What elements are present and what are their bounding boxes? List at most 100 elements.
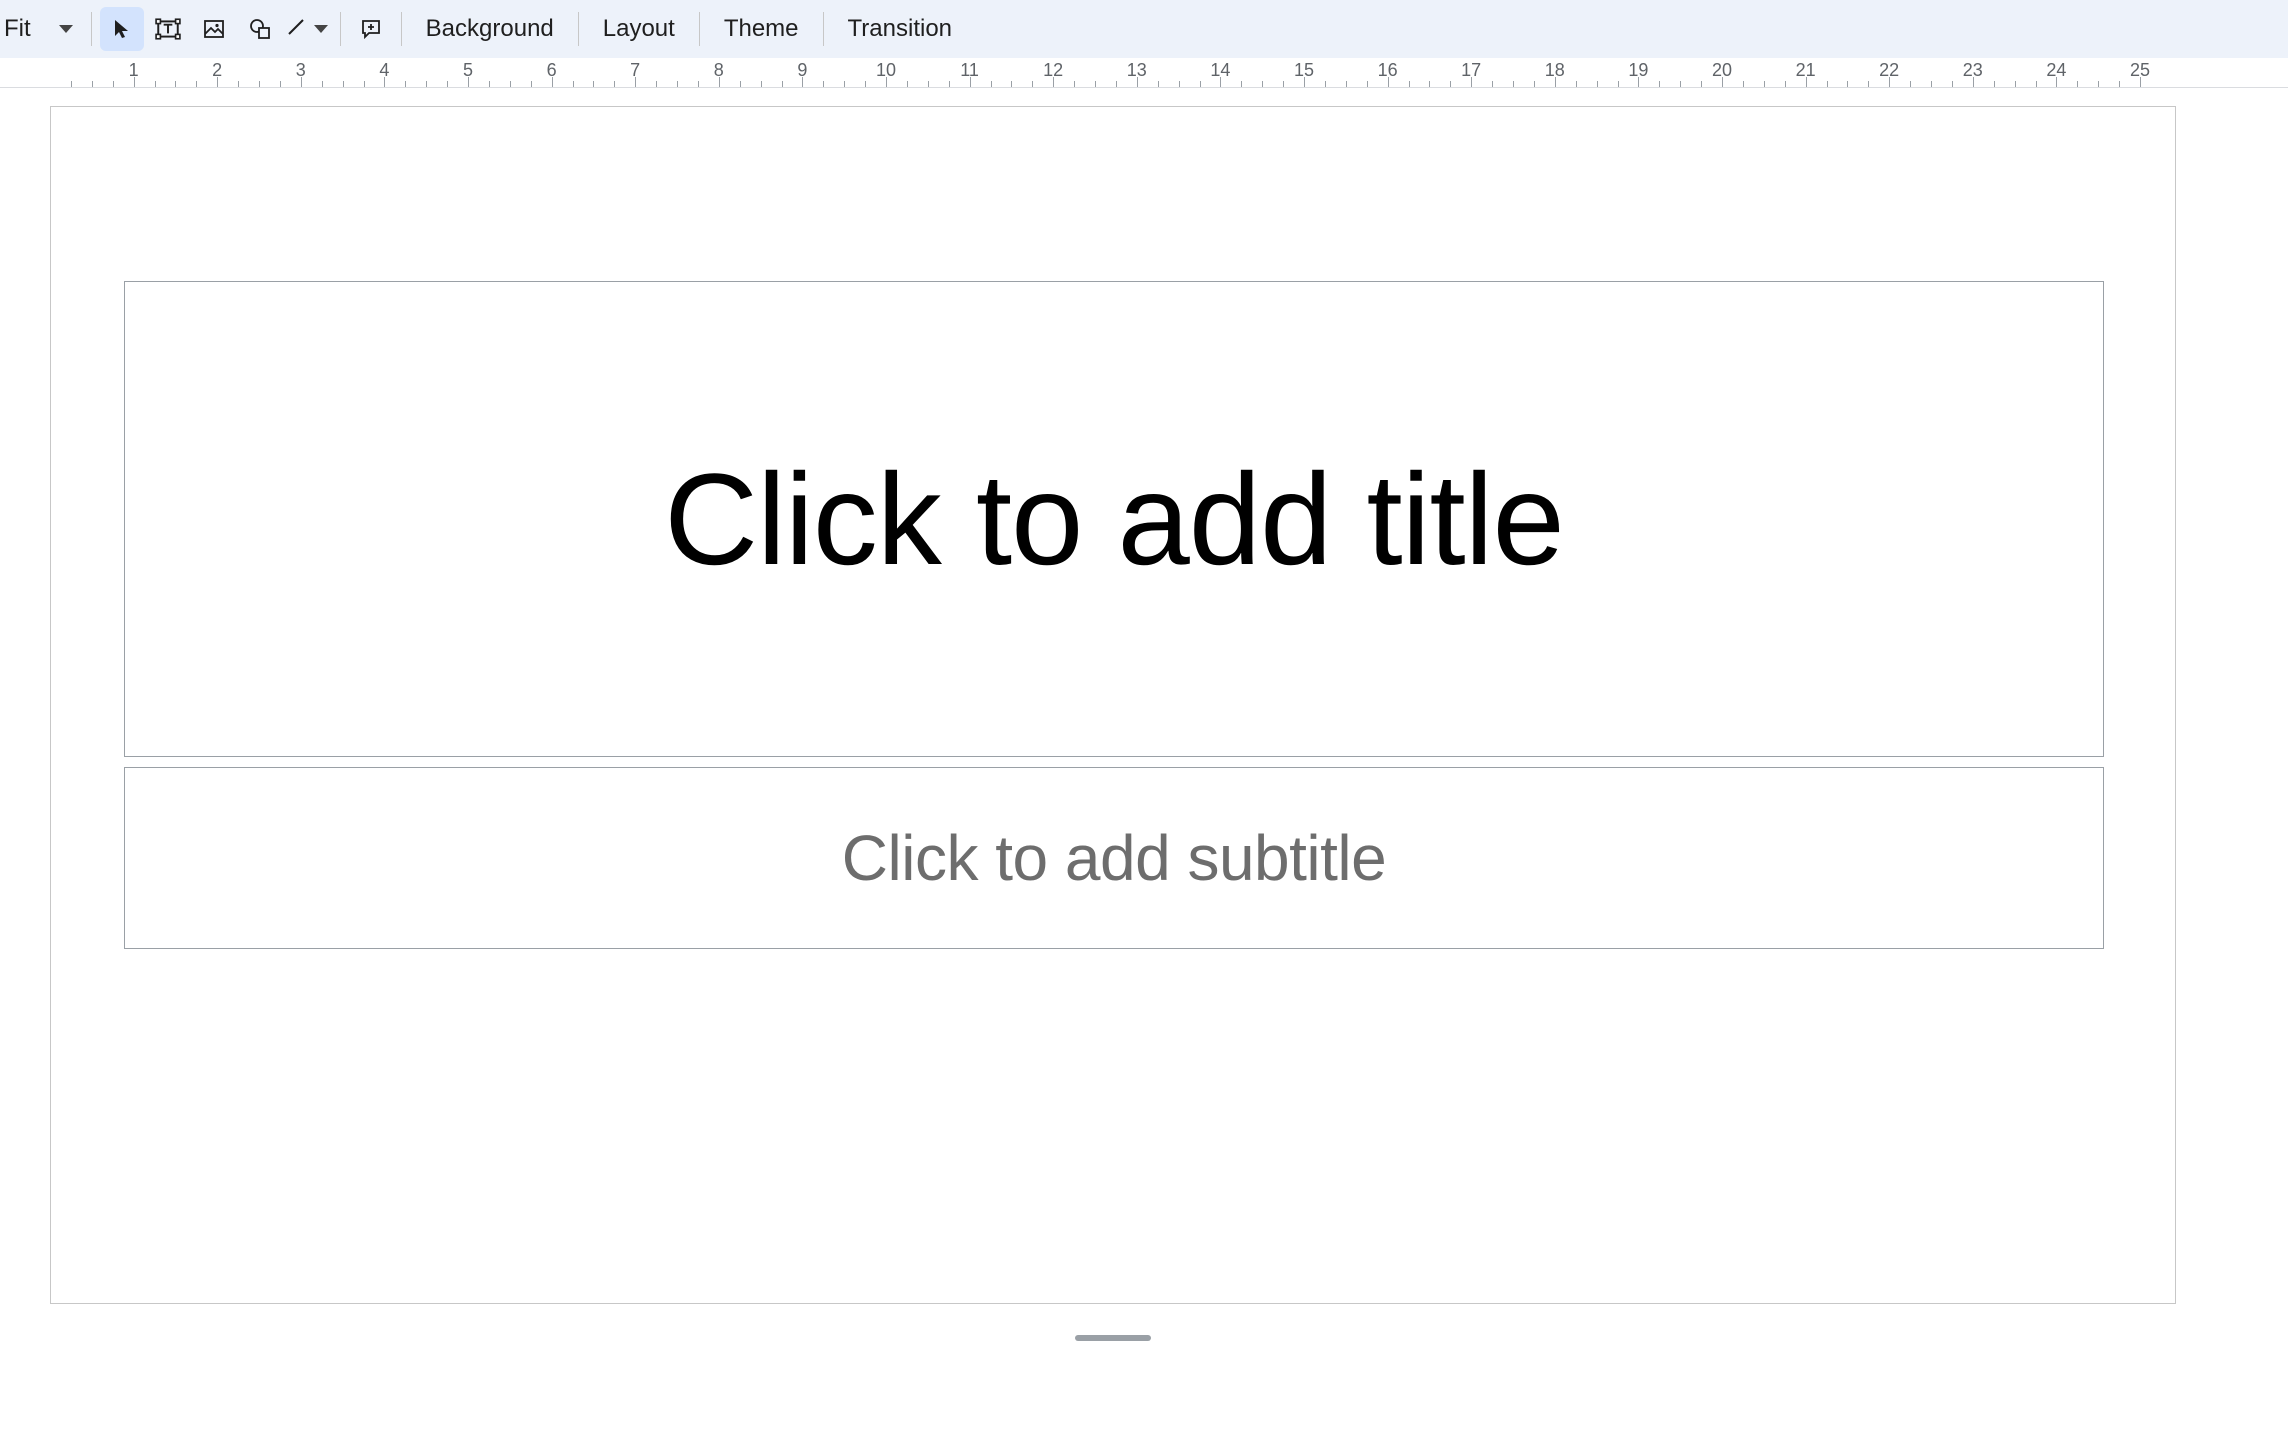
ruler-label: 1: [129, 60, 139, 81]
ruler-tick-minor: [1241, 81, 1242, 87]
ruler-tick-minor: [782, 81, 783, 87]
ruler-tick-minor: [1910, 81, 1911, 87]
ruler-label: 17: [1461, 60, 1481, 81]
canvas-area[interactable]: Click to add title Click to add subtitle: [0, 88, 2288, 1454]
chevron-down-icon: [314, 25, 328, 33]
ruler-label: 2: [212, 60, 222, 81]
ruler-tick-minor: [280, 81, 281, 87]
ruler-label: 12: [1043, 60, 1063, 81]
ruler-label: 21: [1796, 60, 1816, 81]
ruler-tick-minor: [531, 81, 532, 87]
subtitle-placeholder-text: Click to add subtitle: [842, 821, 1386, 895]
horizontal-ruler[interactable]: 1234567891011121314151617181920212223242…: [0, 58, 2288, 88]
ruler-tick-minor: [1011, 81, 1012, 87]
ruler-label: 8: [714, 60, 724, 81]
ruler-tick-minor: [489, 81, 490, 87]
ruler-label: 24: [2046, 60, 2066, 81]
line-tool-dropdown[interactable]: [284, 7, 332, 51]
chevron-down-icon: [59, 25, 73, 33]
ruler-tick-minor: [740, 81, 741, 87]
ruler-tick-minor: [823, 81, 824, 87]
subtitle-placeholder[interactable]: Click to add subtitle: [124, 767, 2104, 949]
ruler-tick-minor: [928, 81, 929, 87]
zoom-dropdown[interactable]: Fit: [0, 6, 83, 52]
image-tool-button[interactable]: [192, 7, 236, 51]
ruler-tick-minor: [1262, 81, 1263, 87]
ruler-tick-minor: [1764, 81, 1765, 87]
ruler-tick-minor: [2036, 81, 2037, 87]
ruler-tick-minor: [1200, 81, 1201, 87]
ruler-label: 14: [1210, 60, 1230, 81]
ruler-tick-minor: [1827, 81, 1828, 87]
ruler-tick-minor: [1743, 81, 1744, 87]
comment-button[interactable]: [349, 7, 393, 51]
ruler-tick-minor: [1597, 81, 1598, 87]
toolbar: Fit: [0, 0, 2288, 58]
ruler-tick-minor: [1179, 81, 1180, 87]
speaker-notes-resize-handle[interactable]: [1075, 1335, 1151, 1341]
background-button[interactable]: Background: [410, 7, 570, 51]
ruler-tick-minor: [1492, 81, 1493, 87]
ruler-tick-minor: [196, 81, 197, 87]
ruler-tick-minor: [949, 81, 950, 87]
transition-label: Transition: [848, 15, 952, 43]
ruler-label: 15: [1294, 60, 1314, 81]
select-tool-button[interactable]: [100, 7, 144, 51]
ruler-tick-minor: [656, 81, 657, 87]
ruler-label: 16: [1378, 60, 1398, 81]
theme-label: Theme: [724, 15, 799, 43]
ruler-tick-minor: [1032, 81, 1033, 87]
zoom-label: Fit: [4, 15, 31, 43]
comment-add-icon: [359, 17, 383, 41]
slide[interactable]: Click to add title Click to add subtitle: [50, 106, 2176, 1304]
ruler-tick-minor: [1346, 81, 1347, 87]
textbox-tool-button[interactable]: [146, 7, 190, 51]
shape-tool-button[interactable]: [238, 7, 282, 51]
ruler-tick-minor: [155, 81, 156, 87]
shape-icon: [248, 17, 272, 41]
toolbar-separator: [401, 12, 402, 46]
ruler-tick-minor: [991, 81, 992, 87]
ruler-tick-minor: [1283, 81, 1284, 87]
ruler-tick-minor: [1847, 81, 1848, 87]
toolbar-separator: [699, 12, 700, 46]
ruler-tick-minor: [1095, 81, 1096, 87]
ruler-tick-minor: [1785, 81, 1786, 87]
ruler-tick-minor: [1367, 81, 1368, 87]
ruler-label: 3: [296, 60, 306, 81]
layout-label: Layout: [603, 15, 675, 43]
title-placeholder[interactable]: Click to add title: [124, 281, 2104, 757]
ruler-tick-minor: [92, 81, 93, 87]
ruler-label: 7: [630, 60, 640, 81]
ruler-tick-minor: [1450, 81, 1451, 87]
ruler-tick-minor: [677, 81, 678, 87]
ruler-tick-minor: [573, 81, 574, 87]
ruler-tick-minor: [1931, 81, 1932, 87]
transition-button[interactable]: Transition: [832, 7, 968, 51]
ruler-tick-minor: [2119, 81, 2120, 87]
ruler-tick-minor: [1158, 81, 1159, 87]
ruler-tick-minor: [1952, 81, 1953, 87]
toolbar-separator: [340, 12, 341, 46]
ruler-tick-minor: [1994, 81, 1995, 87]
ruler-label: 13: [1127, 60, 1147, 81]
ruler-label: 19: [1628, 60, 1648, 81]
ruler-tick-minor: [1429, 81, 1430, 87]
ruler-tick-minor: [1074, 81, 1075, 87]
ruler-label: 9: [797, 60, 807, 81]
ruler-tick-minor: [844, 81, 845, 87]
layout-button[interactable]: Layout: [587, 7, 691, 51]
ruler-label: 10: [876, 60, 896, 81]
toolbar-separator: [578, 12, 579, 46]
theme-button[interactable]: Theme: [708, 7, 815, 51]
ruler-tick-minor: [1680, 81, 1681, 87]
ruler-label: 4: [379, 60, 389, 81]
ruler-tick-minor: [1659, 81, 1660, 87]
ruler-tick-minor: [1576, 81, 1577, 87]
cursor-icon: [110, 17, 134, 41]
ruler-tick-minor: [322, 81, 323, 87]
ruler-tick-minor: [1868, 81, 1869, 87]
ruler-tick-minor: [405, 81, 406, 87]
ruler-tick-minor: [2077, 81, 2078, 87]
ruler-tick-minor: [238, 81, 239, 87]
